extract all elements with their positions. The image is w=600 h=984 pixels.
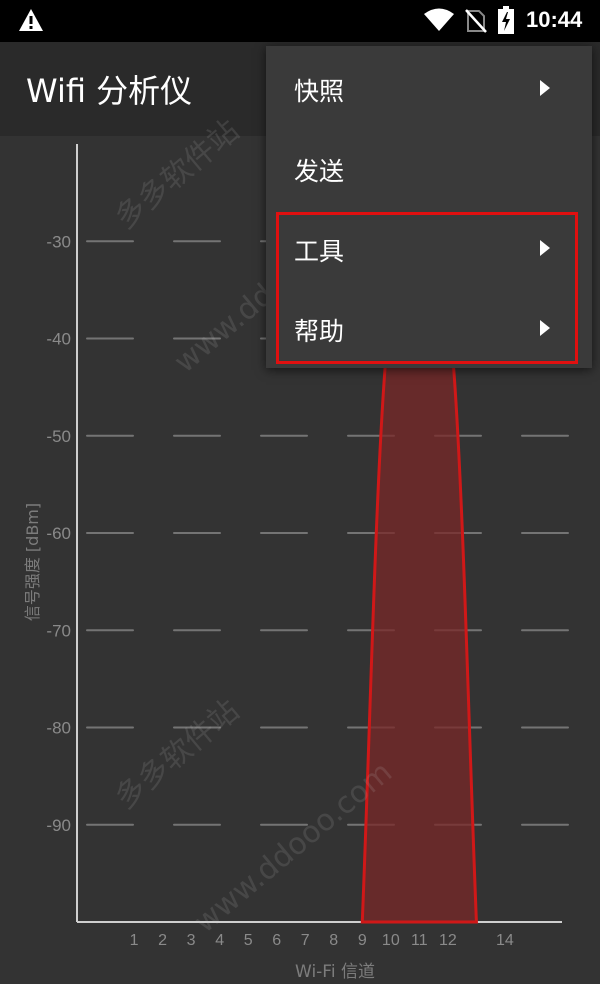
y-tick-label: -60 bbox=[46, 524, 71, 543]
y-tick-label: -50 bbox=[46, 427, 71, 446]
submenu-arrow-icon bbox=[540, 320, 550, 336]
x-tick-label: 3 bbox=[187, 932, 196, 949]
submenu-arrow-icon bbox=[540, 240, 550, 256]
menu-item-label: 帮助 bbox=[294, 317, 345, 346]
x-tick-label: 7 bbox=[301, 932, 310, 949]
menu-item-help[interactable]: 帮助 bbox=[266, 288, 592, 368]
y-tick-label: -40 bbox=[46, 330, 71, 349]
menu-item-snapshot[interactable]: 快照 bbox=[266, 48, 592, 128]
menu-item-tools[interactable]: 工具 bbox=[266, 208, 592, 288]
x-tick-label: 9 bbox=[358, 932, 367, 949]
x-tick-label: 1 bbox=[130, 932, 139, 949]
submenu-arrow-icon bbox=[540, 80, 550, 96]
x-axis-title: Wi-Fi 信道 bbox=[295, 962, 375, 982]
menu-item-label: 发送 bbox=[294, 157, 345, 186]
overflow-menu: 快照 发送 工具 帮助 bbox=[266, 46, 592, 368]
x-tick-label: 6 bbox=[272, 932, 281, 949]
x-tick-label: 12 bbox=[439, 932, 457, 949]
x-tick-label: 2 bbox=[158, 932, 167, 949]
x-tick-label: 4 bbox=[215, 932, 224, 949]
x-tick-label: 14 bbox=[496, 932, 514, 949]
y-tick-label: -80 bbox=[46, 719, 71, 738]
y-axis-title: 信号强度 [dBm] bbox=[23, 502, 42, 622]
menu-item-label: 工具 bbox=[294, 237, 345, 266]
menu-item-label: 快照 bbox=[294, 77, 345, 106]
y-tick-label: -70 bbox=[46, 621, 71, 640]
x-tick-label: 8 bbox=[329, 932, 338, 949]
menu-item-send[interactable]: 发送 bbox=[266, 128, 592, 208]
x-tick-label: 5 bbox=[244, 932, 253, 949]
x-tick-label: 11 bbox=[411, 932, 428, 949]
y-tick-label: -30 bbox=[46, 232, 71, 251]
x-tick-label: 10 bbox=[382, 932, 400, 949]
y-tick-label: -90 bbox=[46, 816, 71, 835]
